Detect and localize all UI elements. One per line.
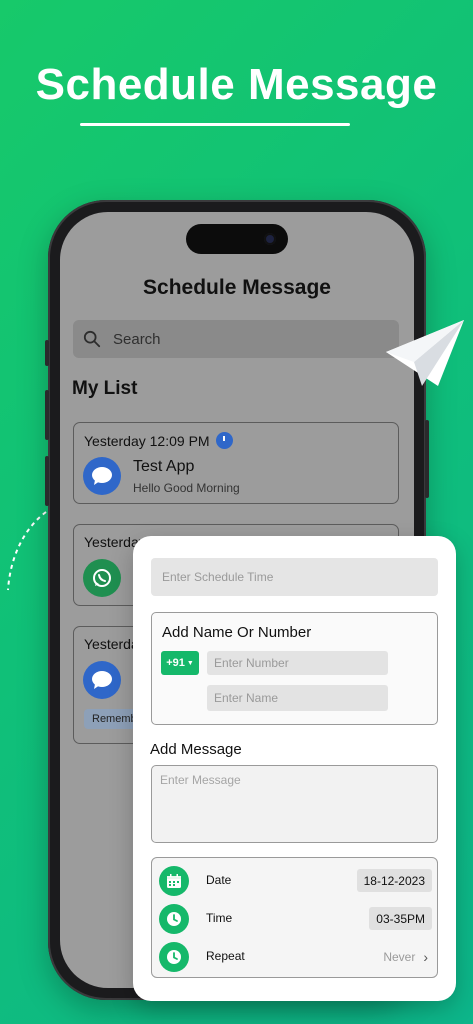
- date-label: Date: [206, 873, 232, 887]
- number-input[interactable]: Enter Number: [207, 651, 388, 675]
- phone-side-button: [425, 420, 429, 498]
- time-value[interactable]: 03-35PM: [369, 907, 432, 930]
- date-row[interactable]: Date 18-12-2023: [152, 863, 439, 899]
- list-item[interactable]: Yesterday 12:09 PM Test App Hello Good M…: [73, 422, 399, 504]
- search-input[interactable]: Search: [73, 320, 399, 358]
- card-time-text: Yesterday 12:09 PM: [84, 432, 210, 449]
- card-time: Yesterday 12:09 PM: [84, 432, 233, 449]
- repeat-value[interactable]: Never ›: [376, 945, 435, 968]
- dynamic-island: [186, 224, 288, 254]
- name-number-title: Add Name Or Number: [162, 624, 312, 641]
- message-placeholder: Enter Message: [160, 773, 241, 787]
- paper-plane-icon: [386, 320, 464, 386]
- name-number-section: Add Name Or Number +91 ▼ Enter Number En…: [151, 612, 438, 725]
- schedule-form-panel: Enter Schedule Time Add Name Or Number +…: [133, 536, 456, 1001]
- screen-title: Schedule Message: [143, 276, 331, 299]
- phone-side-button: [45, 390, 49, 440]
- country-code-text: +91: [166, 657, 185, 669]
- chevron-right-icon: ›: [423, 948, 428, 965]
- time-label: Time: [206, 911, 233, 925]
- camera-icon: [264, 233, 276, 245]
- calendar-icon: [159, 866, 189, 896]
- chevron-down-icon: ▼: [186, 659, 194, 667]
- name-placeholder: Enter Name: [214, 691, 279, 705]
- search-placeholder: Search: [113, 330, 161, 348]
- date-value[interactable]: 18-12-2023: [356, 869, 432, 892]
- clock-icon: [159, 904, 189, 934]
- name-input[interactable]: Enter Name: [207, 685, 388, 711]
- message-app-icon: [83, 661, 121, 699]
- section-title: My List: [72, 378, 138, 399]
- repeat-value-text: Never: [383, 949, 416, 964]
- time-row[interactable]: Time 03-35PM: [152, 901, 439, 937]
- promo-underline: [80, 123, 350, 126]
- message-app-icon: [83, 457, 121, 495]
- phone-side-button: [45, 340, 49, 366]
- whatsapp-icon: [83, 559, 121, 597]
- number-placeholder: Enter Number: [214, 656, 289, 670]
- repeat-clock-icon: [159, 942, 189, 972]
- message-textarea[interactable]: Enter Message: [151, 765, 438, 843]
- promo-title: Schedule Message: [35, 60, 438, 109]
- card-contact-name: Test App: [133, 458, 195, 475]
- phone-side-button: [45, 456, 49, 506]
- clock-icon: [215, 432, 233, 449]
- repeat-row[interactable]: Repeat Never ›: [152, 939, 439, 975]
- schedule-settings: Date 18-12-2023 Time 03-35PM Repeat Neve…: [151, 857, 438, 978]
- repeat-label: Repeat: [206, 949, 245, 963]
- card-message-preview: Hello Good Morning: [133, 481, 240, 495]
- search-icon: [83, 330, 101, 348]
- message-label: Add Message: [150, 741, 242, 758]
- schedule-time-placeholder: Enter Schedule Time: [162, 570, 274, 584]
- country-code-dropdown[interactable]: +91 ▼: [161, 651, 199, 675]
- schedule-time-input[interactable]: Enter Schedule Time: [151, 558, 438, 596]
